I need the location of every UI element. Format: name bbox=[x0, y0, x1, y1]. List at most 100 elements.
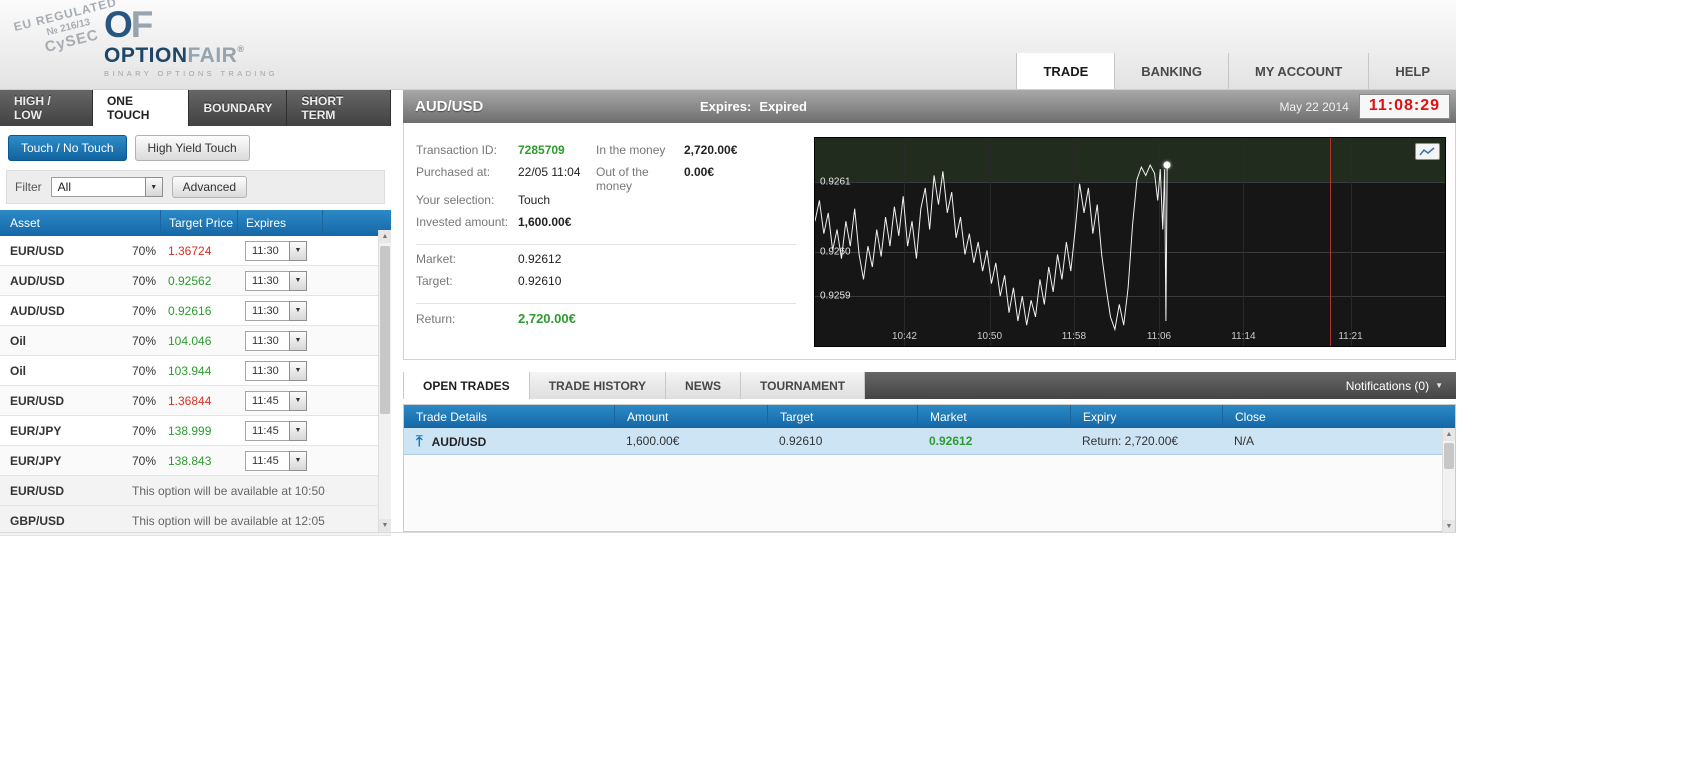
asset-list-scrollbar[interactable]: ▲ ▼ bbox=[378, 230, 391, 532]
high-yield-touch-button[interactable]: High Yield Touch bbox=[135, 135, 250, 161]
target-price: 103.944 bbox=[160, 364, 237, 378]
divider bbox=[416, 303, 796, 304]
asset-row[interactable]: EUR/USD 70% 1.36724 11:30▼ bbox=[0, 236, 391, 266]
column-header-market: Market bbox=[917, 405, 1070, 428]
open-trade-row[interactable]: ⤒AUD/USD 1,600.00€ 0.92610 0.92612 Retur… bbox=[404, 428, 1455, 455]
trade-expiry-return: Return: 2,720.00€ bbox=[1070, 434, 1222, 448]
chevron-down-icon[interactable]: ▼ bbox=[289, 421, 307, 441]
payout-percent: 70% bbox=[132, 334, 160, 348]
trade-market: 0.92612 bbox=[917, 434, 1070, 448]
x-axis-label: 11:06 bbox=[1147, 331, 1171, 342]
chevron-down-icon[interactable]: ▼ bbox=[145, 177, 163, 197]
logo-mark-f: F bbox=[131, 4, 152, 45]
filter-label: Filter bbox=[15, 180, 42, 194]
asset-row-unavailable: EUR/USD This option will be available at… bbox=[0, 476, 391, 506]
expires-status: Expires: Expired bbox=[700, 99, 807, 114]
expiry-dropdown[interactable]: 11:30▼ bbox=[245, 241, 307, 261]
out-money-value: 0.00€ bbox=[684, 165, 714, 179]
tab-high-low[interactable]: HIGH / LOW bbox=[0, 90, 93, 126]
expiry-dropdown[interactable]: 11:30▼ bbox=[245, 361, 307, 381]
payout-percent: 70% bbox=[132, 454, 160, 468]
chevron-down-icon[interactable]: ▼ bbox=[289, 451, 307, 471]
chevron-down-icon[interactable]: ▼ bbox=[289, 391, 307, 411]
purchased-at-value: 22/05 11:04 bbox=[518, 165, 596, 179]
target-price: 138.999 bbox=[160, 424, 237, 438]
open-trades-table: Trade Details Amount Target Market Expir… bbox=[403, 404, 1456, 532]
optionfair-logo[interactable]: OF OPTIONFAIR® BINARY OPTIONS TRADING bbox=[104, 6, 278, 78]
filter-selected-value: All bbox=[51, 177, 145, 197]
target-label: Target: bbox=[416, 274, 518, 288]
option-type-tabs: HIGH / LOW ONE TOUCH BOUNDARY SHORT TERM bbox=[0, 90, 391, 126]
expiry-dropdown[interactable]: 11:45▼ bbox=[245, 451, 307, 471]
asset-row[interactable]: EUR/JPY 70% 138.843 11:45▼ bbox=[0, 446, 391, 476]
price-chart[interactable]: 0.92610.92600.925910:4210:5011:5811:0611… bbox=[814, 137, 1446, 347]
payout-percent: 70% bbox=[132, 274, 160, 288]
tab-one-touch[interactable]: ONE TOUCH bbox=[93, 90, 190, 126]
expiry-dropdown[interactable]: 11:45▼ bbox=[245, 421, 307, 441]
nav-tab-trade[interactable]: TRADE bbox=[1016, 53, 1114, 89]
chevron-down-icon[interactable]: ▼ bbox=[289, 241, 307, 261]
expiry-value: 11:45 bbox=[245, 421, 289, 441]
column-header-asset: Asset bbox=[0, 216, 160, 230]
content-bottom-edge bbox=[0, 532, 1456, 533]
column-header-expires: Expires bbox=[237, 210, 322, 236]
asset-name: EUR/USD bbox=[0, 394, 132, 408]
asset-row[interactable]: EUR/USD 70% 1.36844 11:45▼ bbox=[0, 386, 391, 416]
expiry-dropdown[interactable]: 11:30▼ bbox=[245, 331, 307, 351]
asset-row[interactable]: AUD/USD 70% 0.92616 11:30▼ bbox=[0, 296, 391, 326]
scroll-down-icon[interactable]: ▼ bbox=[379, 519, 391, 532]
touch-no-touch-button[interactable]: Touch / No Touch bbox=[8, 135, 127, 161]
advanced-button[interactable]: Advanced bbox=[172, 176, 247, 198]
last-price-marker bbox=[1164, 162, 1171, 169]
tab-open-trades[interactable]: OPEN TRADES bbox=[403, 372, 530, 399]
tab-news[interactable]: NEWS bbox=[666, 372, 741, 399]
x-axis-label: 11:14 bbox=[1231, 331, 1255, 342]
asset-row[interactable]: Oil 70% 104.046 11:30▼ bbox=[0, 326, 391, 356]
target-price: 138.843 bbox=[160, 454, 237, 468]
expiry-dropdown[interactable]: 11:30▼ bbox=[245, 301, 307, 321]
expiry-value: 11:30 bbox=[245, 241, 289, 261]
asset-row[interactable]: Oil 70% 103.944 11:30▼ bbox=[0, 356, 391, 386]
asset-filter-select[interactable]: All ▼ bbox=[51, 177, 163, 197]
availability-message: This option will be available at 12:05 bbox=[132, 514, 325, 528]
trade-close: N/A bbox=[1222, 434, 1455, 448]
chevron-down-icon[interactable]: ▼ bbox=[289, 361, 307, 381]
logo-name-option: OPTION bbox=[104, 44, 188, 67]
nav-tab-help[interactable]: HELP bbox=[1368, 53, 1456, 89]
scroll-up-icon[interactable]: ▲ bbox=[1443, 428, 1455, 441]
x-axis-label: 11:58 bbox=[1062, 331, 1086, 342]
asset-table-header: Asset Target Price Expires bbox=[0, 210, 391, 236]
tab-tournament[interactable]: TOURNAMENT bbox=[741, 372, 865, 399]
target-price: 104.046 bbox=[160, 334, 237, 348]
chevron-down-icon[interactable]: ▼ bbox=[289, 271, 307, 291]
chevron-down-icon[interactable]: ▼ bbox=[289, 301, 307, 321]
expiry-value: 11:30 bbox=[245, 331, 289, 351]
expiry-value: 11:30 bbox=[245, 361, 289, 381]
expiry-dropdown[interactable]: 11:45▼ bbox=[245, 391, 307, 411]
scrollbar-thumb[interactable] bbox=[380, 246, 390, 414]
scrollbar-thumb[interactable] bbox=[1444, 443, 1454, 469]
asset-row[interactable]: EUR/JPY 70% 138.999 11:45▼ bbox=[0, 416, 391, 446]
chevron-down-icon[interactable]: ▼ bbox=[289, 331, 307, 351]
scroll-up-icon[interactable]: ▲ bbox=[379, 230, 391, 243]
expiry-dropdown[interactable]: 11:30▼ bbox=[245, 271, 307, 291]
trade-amount: 1,600.00€ bbox=[614, 434, 767, 448]
asset-name: GBP/USD bbox=[0, 514, 132, 528]
tab-boundary[interactable]: BOUNDARY bbox=[189, 90, 287, 126]
trades-table-header: Trade Details Amount Target Market Expir… bbox=[404, 405, 1455, 428]
chart-type-button[interactable] bbox=[1415, 143, 1440, 160]
market-label: Market: bbox=[416, 252, 518, 266]
nav-tab-my-account[interactable]: MY ACCOUNT bbox=[1228, 53, 1368, 89]
target-price: 1.36844 bbox=[160, 394, 237, 408]
trade-body: Transaction ID: 7285709 In the money 2,7… bbox=[403, 123, 1456, 360]
out-money-label: Out of the money bbox=[596, 165, 684, 193]
trades-scrollbar[interactable]: ▲ ▼ bbox=[1442, 428, 1455, 533]
x-axis-label: 10:50 bbox=[977, 331, 1002, 342]
nav-tab-banking[interactable]: BANKING bbox=[1114, 53, 1228, 89]
selection-label: Your selection: bbox=[416, 193, 518, 207]
asset-name: EUR/USD bbox=[0, 244, 132, 258]
asset-row[interactable]: AUD/USD 70% 0.92562 11:30▼ bbox=[0, 266, 391, 296]
notifications-toggle[interactable]: Notifications (0) ▼ bbox=[865, 372, 1456, 399]
tab-trade-history[interactable]: TRADE HISTORY bbox=[530, 372, 666, 399]
tab-short-term[interactable]: SHORT TERM bbox=[287, 90, 391, 126]
